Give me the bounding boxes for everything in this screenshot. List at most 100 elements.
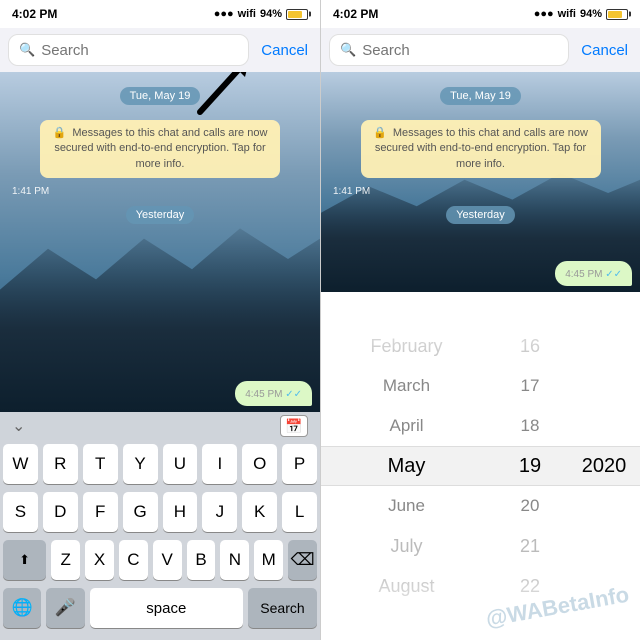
battery-pct-right: 94% [580,8,602,20]
key-o[interactable]: O [242,444,277,484]
key-delete[interactable]: ⌫ [288,540,317,580]
key-l[interactable]: L [282,492,317,532]
system-message-left[interactable]: 🔒 Messages to this chat and calls are no… [40,120,280,178]
battery-icon-left [286,9,308,20]
message-bubble-left: 4:45 PM ✓✓ [235,381,312,406]
picker-day-17: 17 [500,366,560,406]
key-r[interactable]: R [43,444,78,484]
search-input-wrap-left[interactable]: 🔍 [8,34,249,66]
search-icon-left: 🔍 [19,42,35,58]
status-icons-right: ●●● wifi 94% [534,8,628,20]
search-input-wrap-right[interactable]: 🔍 [329,34,569,66]
key-mic[interactable]: 🎤 [46,588,84,628]
time-right: 4:02 PM [333,7,378,21]
key-f[interactable]: F [83,492,118,532]
date-picker[interactable]: @WABetaInfo February March April May Jun… [321,292,640,640]
picker-month-col[interactable]: February March April May June July Augus… [321,292,500,640]
key-d[interactable]: D [43,492,78,532]
key-g[interactable]: G [123,492,158,532]
key-y[interactable]: Y [123,444,158,484]
keyboard-hint-row: ⌄ 📅 [0,412,320,440]
picker-day-21: 21 [500,526,560,566]
key-j[interactable]: J [202,492,237,532]
calendar-icon-button[interactable]: 📅 [280,415,308,437]
picker-month-july: July [321,526,492,566]
msg-meta-right: 4:45 PM ✓✓ [565,269,622,280]
key-m[interactable]: M [254,540,283,580]
key-x[interactable]: X [85,540,114,580]
time-left: 4:02 PM [12,7,57,21]
search-input-left[interactable] [41,42,238,59]
key-globe[interactable]: 🌐 [3,588,41,628]
yesterday-badge-left: Yesterday [126,205,195,223]
app-container: 4:02 PM ●●● wifi 94% 🔍 Cancel [0,0,640,640]
key-c[interactable]: C [119,540,148,580]
key-u[interactable]: U [163,444,198,484]
key-s[interactable]: S [3,492,38,532]
key-k[interactable]: K [242,492,277,532]
date-badge-right: Tue, May 19 [440,86,521,104]
picker-highlight-month [321,446,500,486]
search-input-right[interactable] [362,42,558,59]
keyboard-row4: 🌐 🎤 space Search [0,584,320,632]
picker-year-spacer4 [568,486,640,526]
picker-month-march: March [321,366,492,406]
key-p[interactable]: P [282,444,317,484]
status-bar-right: 4:02 PM ●●● wifi 94% [321,0,640,28]
picker-year-spacer1 [568,326,640,366]
search-bar-right: 🔍 Cancel [321,28,640,72]
signal-icon-left: ●●● [214,8,234,20]
left-panel: 4:02 PM ●●● wifi 94% 🔍 Cancel [0,0,320,640]
cancel-button-right[interactable]: Cancel [577,42,632,59]
status-icons-left: ●●● wifi 94% [214,8,308,20]
lock-icon-left: 🔒 [53,127,67,139]
check-marks-left: ✓✓ [285,389,302,400]
picker-year-spacer2 [568,366,640,406]
picker-year-spacer5 [568,526,640,566]
key-shift[interactable]: ⬆ [3,540,46,580]
timestamp-left: 1:41 PM [12,186,312,197]
key-v[interactable]: V [153,540,182,580]
picker-day-18: 18 [500,406,560,446]
check-marks-right: ✓✓ [605,269,622,280]
search-bar-left: 🔍 Cancel [0,28,320,72]
picker-day-col[interactable]: 16 17 18 19 20 21 22 [500,292,560,640]
yesterday-badge-right: Yesterday [446,205,515,223]
cancel-button-left[interactable]: Cancel [257,42,312,59]
battery-pct-left: 94% [260,8,282,20]
picker-month-june: June [321,486,492,526]
messages-right: Tue, May 19 🔒 Messages to this chat and … [321,72,640,292]
date-badge-left: Tue, May 19 [120,86,201,104]
picker-month-august: August [321,566,492,606]
picker-day-20: 20 [500,486,560,526]
wifi-icon-right: wifi [558,8,576,20]
picker-highlight-year [560,446,640,486]
picker-month-april: April [321,406,492,446]
signal-icon-right: ●●● [534,8,554,20]
keyboard-row3: ⬆ Z X C V B N M ⌫ [0,536,320,584]
message-bubble-right: 4:45 PM ✓✓ [555,261,632,286]
battery-icon-right [606,9,628,20]
chat-area-left: Tue, May 19 🔒 Messages to this chat and … [0,72,320,412]
key-i[interactable]: I [202,444,237,484]
status-bar-left: 4:02 PM ●●● wifi 94% [0,0,320,28]
key-w[interactable]: W [3,444,38,484]
key-z[interactable]: Z [51,540,80,580]
key-h[interactable]: H [163,492,198,532]
key-n[interactable]: N [220,540,249,580]
system-message-right[interactable]: 🔒 Messages to this chat and calls are no… [361,120,601,178]
picker-highlight-day [500,446,560,486]
key-t[interactable]: T [83,444,118,484]
picker-day-16: 16 [500,326,560,366]
lock-icon-right: 🔒 [373,127,387,139]
msg-meta-left: 4:45 PM ✓✓ [245,389,302,400]
key-space[interactable]: space [90,588,243,628]
messages-left: Tue, May 19 🔒 Messages to this chat and … [0,72,320,412]
timestamp-right: 1:41 PM [333,186,632,197]
picker-year-spacer3 [568,406,640,446]
key-b[interactable]: B [187,540,216,580]
chevron-down-icon[interactable]: ⌄ [12,416,25,436]
search-icon-right: 🔍 [340,42,356,58]
key-search[interactable]: Search [248,588,317,628]
chat-area-right: Tue, May 19 🔒 Messages to this chat and … [321,72,640,292]
